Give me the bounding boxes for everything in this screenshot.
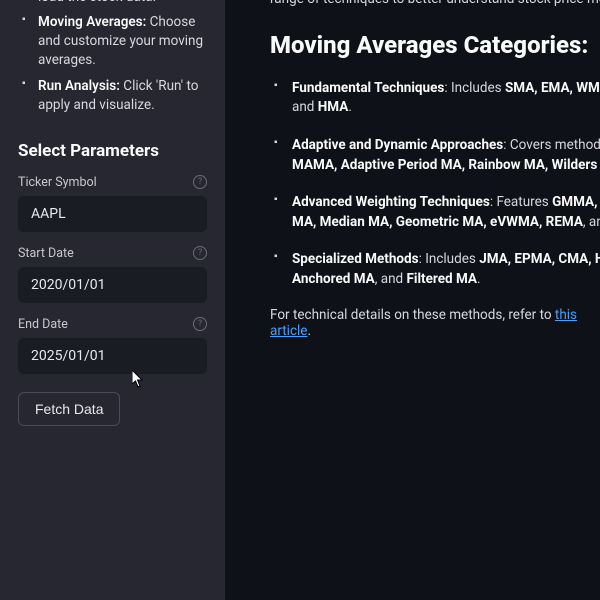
section-title: Select Parameters	[18, 141, 207, 161]
main-content: range of techniques to better understand…	[225, 0, 600, 600]
help-icon[interactable]: ?	[193, 246, 207, 260]
ticker-label-row: Ticker Symbol ?	[18, 175, 207, 190]
cat-lead: Fundamental Techniques	[292, 80, 444, 96]
cat-lead: Adaptive and Dynamic Approaches	[292, 137, 503, 153]
cat-lead: Specialized Methods	[292, 251, 419, 267]
list-item: Advanced Weighting Techniques: Features …	[270, 193, 600, 232]
intro-text-partial: range of techniques to better understand…	[270, 0, 600, 9]
start-date-input[interactable]	[18, 267, 207, 303]
list-item: Specialized Methods: Includes JMA, EPMA,…	[270, 250, 600, 289]
step-bold: Moving Averages:	[38, 14, 146, 30]
list-item: load the stock data.	[18, 0, 207, 7]
sidebar: load the stock data. Moving Averages: Ch…	[0, 0, 225, 600]
list-item: Fundamental Techniques: Includes SMA, EM…	[270, 79, 600, 118]
ticker-input[interactable]	[18, 196, 207, 232]
categories-list: Fundamental Techniques: Includes SMA, EM…	[270, 79, 600, 290]
end-date-input[interactable]	[18, 338, 207, 374]
ticker-label: Ticker Symbol	[18, 175, 97, 190]
step-bold: Run Analysis:	[38, 78, 120, 94]
start-date-label: Start Date	[18, 246, 74, 261]
start-date-label-row: Start Date ?	[18, 246, 207, 261]
end-date-label: End Date	[18, 317, 68, 332]
list-item: Adaptive and Dynamic Approaches: Covers …	[270, 136, 600, 175]
fetch-data-button[interactable]: Fetch Data	[18, 392, 120, 426]
help-icon[interactable]: ?	[193, 175, 207, 189]
cat-lead: Advanced Weighting Techniques	[292, 194, 490, 210]
list-item: Moving Averages: Choose and customize yo…	[18, 13, 207, 70]
end-date-label-row: End Date ?	[18, 317, 207, 332]
help-icon[interactable]: ?	[193, 317, 207, 331]
reference-line: For technical details on these methods, …	[270, 307, 600, 339]
instruction-list: load the stock data. Moving Averages: Ch…	[18, 0, 207, 115]
step-text: load the stock data.	[38, 0, 156, 5]
list-item: Run Analysis: Click 'Run' to apply and v…	[18, 77, 207, 115]
categories-heading: Moving Averages Categories:	[270, 31, 600, 59]
